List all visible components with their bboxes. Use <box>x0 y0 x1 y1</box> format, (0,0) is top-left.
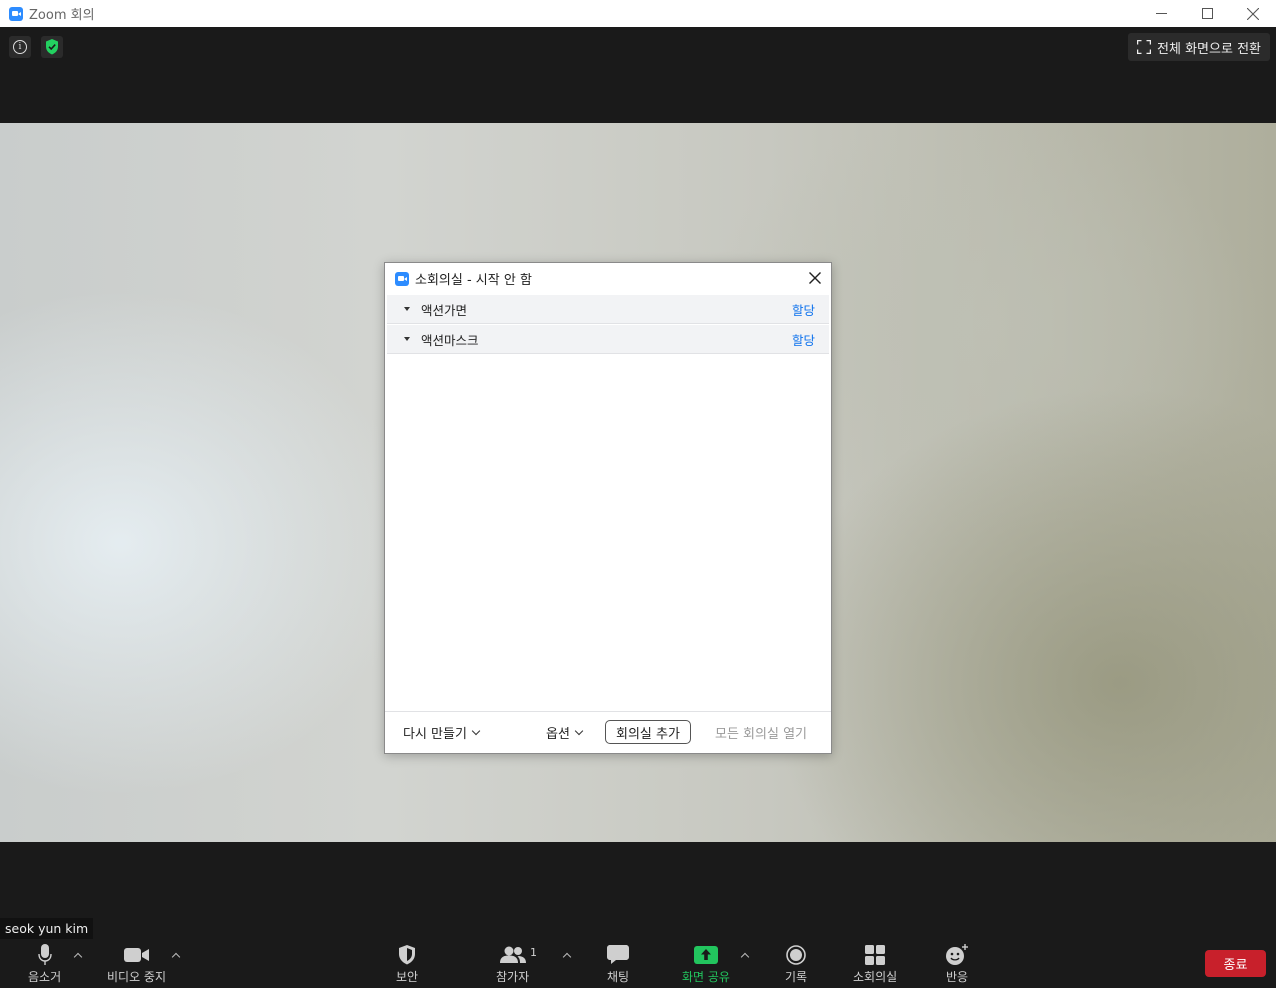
maximize-button[interactable] <box>1184 0 1230 27</box>
participants-label: 참가자 <box>496 970 530 984</box>
minimize-button[interactable] <box>1138 0 1184 27</box>
fullscreen-label: 전체 화면으로 전환 <box>1157 41 1261 57</box>
end-meeting-button[interactable]: 종료 <box>1205 950 1266 977</box>
breakout-rooms-button[interactable]: 소회의실 <box>853 944 897 985</box>
mute-label: 음소거 <box>28 970 62 984</box>
emoji-add-icon <box>945 944 969 966</box>
breakout-rooms-dialog: 소회의실 - 시작 안 함 액션가면 할당 액션마스크 할당 다시 만들기 옵션… <box>384 262 832 754</box>
stop-video-label: 비디오 중지 <box>107 970 167 984</box>
chevron-down-icon <box>471 726 481 735</box>
participants-icon <box>499 944 526 966</box>
room-list: 액션가면 할당 액션마스크 할당 <box>387 295 829 355</box>
security-label: 보안 <box>396 970 419 984</box>
expand-caret-icon[interactable] <box>404 337 410 341</box>
mute-button[interactable]: 음소거 <box>28 944 61 985</box>
options-dropdown[interactable]: 옵션 <box>546 723 584 742</box>
zoom-app-icon <box>9 6 23 21</box>
shield-check-icon <box>46 39 58 55</box>
record-icon <box>786 944 806 966</box>
maximize-icon <box>1201 8 1213 19</box>
room-row[interactable]: 액션가면 할당 <box>387 295 829 324</box>
fullscreen-icon <box>1137 40 1152 54</box>
dialog-title: 소회의실 - 시작 안 함 <box>415 273 532 288</box>
shield-icon <box>398 944 416 966</box>
meeting-topbar: i 전체 화면으로 전환 <box>0 27 1276 123</box>
window-controls <box>1138 0 1276 27</box>
close-icon <box>1247 7 1259 20</box>
room-name: 액션가면 <box>421 302 468 318</box>
add-room-button[interactable]: 회의실 추가 <box>605 720 691 744</box>
close-icon <box>809 272 821 284</box>
zoom-app-icon <box>395 271 409 286</box>
recreate-dropdown[interactable]: 다시 만들기 <box>403 723 481 742</box>
recreate-label: 다시 만들기 <box>403 727 467 742</box>
share-screen-button[interactable]: 화면 공유 <box>682 944 730 985</box>
room-row[interactable]: 액션마스크 할당 <box>387 325 829 354</box>
audio-options-caret[interactable] <box>73 950 83 960</box>
close-window-button[interactable] <box>1230 0 1276 27</box>
record-label: 기록 <box>785 970 808 984</box>
microphone-icon <box>37 944 52 966</box>
encryption-status-button[interactable] <box>41 36 63 58</box>
expand-caret-icon[interactable] <box>404 307 410 311</box>
chevron-down-icon <box>574 726 584 735</box>
video-camera-icon <box>123 944 150 966</box>
dialog-close-button[interactable] <box>805 268 825 288</box>
reactions-button[interactable]: 반응 <box>945 944 969 985</box>
record-button[interactable]: 기록 <box>785 944 807 985</box>
assign-link[interactable]: 할당 <box>792 330 815 349</box>
breakout-rooms-label: 소회의실 <box>853 970 898 984</box>
assign-link[interactable]: 할당 <box>792 300 815 319</box>
reactions-label: 반응 <box>945 970 969 984</box>
window-title: Zoom 회의 <box>29 8 95 23</box>
options-label: 옵션 <box>546 727 570 742</box>
share-options-caret[interactable] <box>740 950 750 960</box>
info-icon: i <box>13 40 27 54</box>
stop-video-button[interactable]: 비디오 중지 <box>107 944 166 985</box>
participants-options-caret[interactable] <box>562 950 572 960</box>
participants-count: 1 <box>530 946 537 959</box>
participant-name-tag: seok yun kim <box>0 918 94 939</box>
window-titlebar: Zoom 회의 <box>0 0 1276 27</box>
security-button[interactable]: 보안 <box>396 944 418 985</box>
chat-label: 채팅 <box>607 970 630 984</box>
share-screen-label: 화면 공유 <box>682 970 730 984</box>
grid-icon <box>865 944 886 966</box>
video-options-caret[interactable] <box>171 950 181 960</box>
dialog-header: 소회의실 - 시작 안 함 <box>385 263 831 294</box>
meeting-info-button[interactable]: i <box>9 36 31 58</box>
participants-button[interactable]: 참가자 <box>496 944 529 985</box>
chat-button[interactable]: 채팅 <box>607 944 629 985</box>
meeting-toolbar <box>0 842 1276 988</box>
fullscreen-button[interactable]: 전체 화면으로 전환 <box>1128 33 1270 61</box>
open-all-rooms-button[interactable]: 모든 회의실 열기 <box>715 723 807 742</box>
room-name: 액션마스크 <box>421 332 479 348</box>
share-screen-icon <box>693 944 718 966</box>
chat-bubble-icon <box>607 944 630 966</box>
dialog-footer: 다시 만들기 옵션 회의실 추가 모든 회의실 열기 <box>385 711 831 753</box>
minimize-icon <box>1155 13 1167 14</box>
